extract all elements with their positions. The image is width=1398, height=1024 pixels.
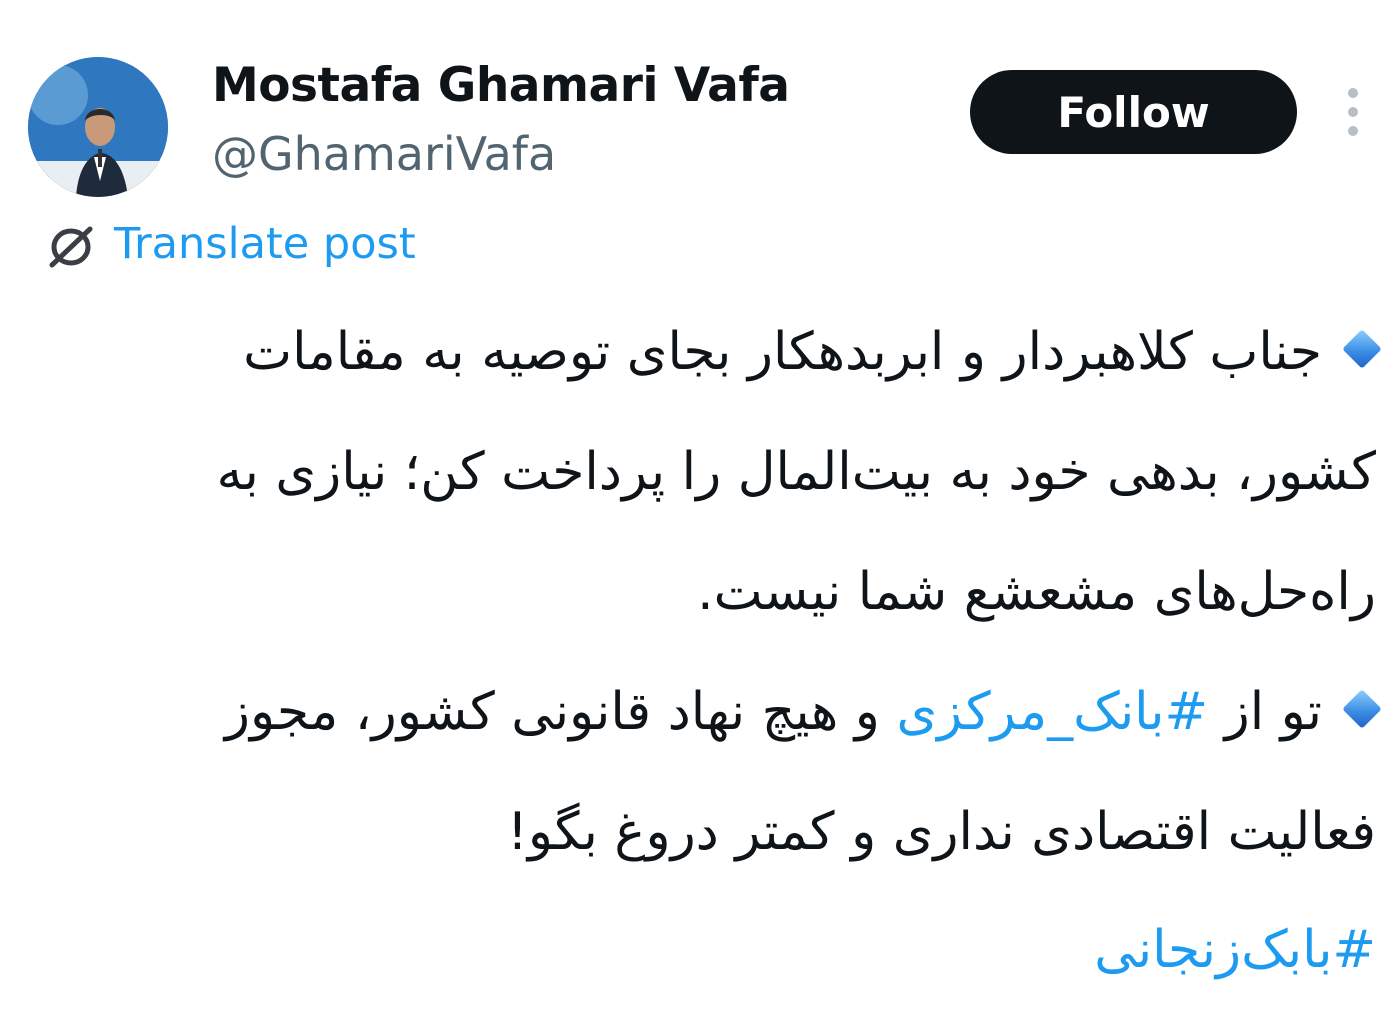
- post-text-line: #بابک‌زنجانی: [1094, 910, 1376, 990]
- post-text-line: جناب کلاهبردار و ابربدهکار بجای توصیه به…: [243, 312, 1382, 392]
- post-text-line: فعالیت اقتصادی نداری و کمتر دروغ بگو!: [507, 802, 1376, 862]
- translate-globe-icon[interactable]: [44, 224, 98, 270]
- author-avatar[interactable]: [28, 57, 168, 197]
- post-text-line: تو از #بانک_مرکزی و هیچ نهاد قانونی کشور…: [224, 672, 1382, 752]
- profile-photo-icon: [28, 57, 168, 197]
- author-handle[interactable]: @GhamariVafa: [212, 127, 556, 181]
- more-options-button[interactable]: [1336, 82, 1370, 142]
- more-vertical-icon: [1348, 88, 1358, 98]
- more-vertical-icon-dot: [1348, 107, 1358, 117]
- blue-diamond-icon: [1342, 329, 1382, 369]
- author-display-name[interactable]: Mostafa Ghamari Vafa: [212, 58, 790, 113]
- blue-diamond-icon: [1342, 689, 1382, 729]
- translate-post-link[interactable]: Translate post: [114, 219, 416, 269]
- post-text-segment: و هیچ نهاد قانونی کشور، مجوز: [224, 682, 897, 742]
- hashtag-link[interactable]: #بابک‌زنجانی: [1094, 920, 1376, 980]
- hashtag-link[interactable]: #بانک_مرکزی: [896, 682, 1208, 742]
- follow-button[interactable]: Follow: [970, 70, 1297, 154]
- post-text-segment: جناب کلاهبردار و ابربدهکار بجای توصیه به…: [243, 322, 1322, 382]
- post-text-line: راه‌حل‌های مشعشع شما نیست.: [697, 562, 1376, 622]
- post-text-line: کشور، بدهی خود به بیت‌المال را پرداخت کن…: [216, 442, 1377, 502]
- more-vertical-icon-dot: [1348, 126, 1358, 136]
- post-text-segment: تو از: [1208, 682, 1322, 742]
